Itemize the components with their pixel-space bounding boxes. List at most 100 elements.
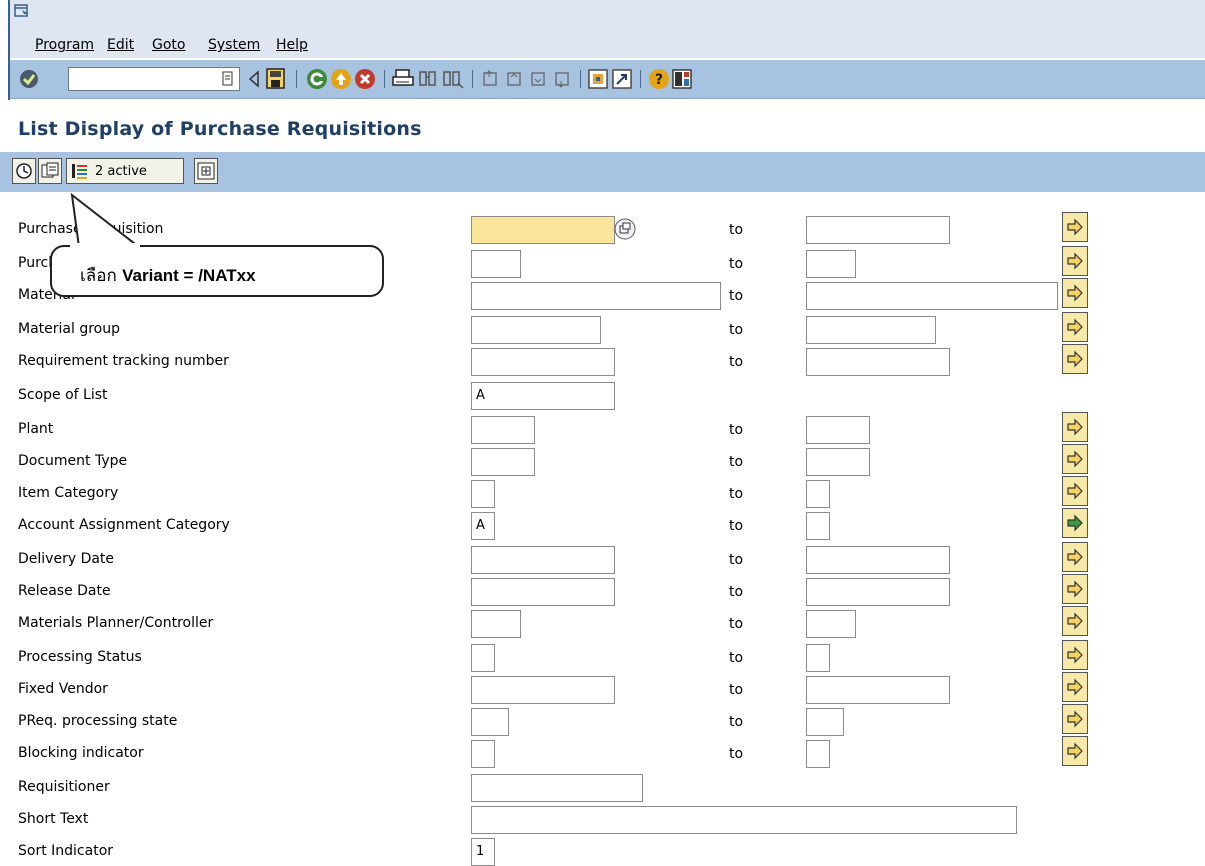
back-icon[interactable] bbox=[306, 68, 328, 90]
command-field[interactable] bbox=[68, 67, 240, 91]
field-to-account-assignment-category[interactable] bbox=[806, 512, 830, 540]
multiple-selection-button[interactable] bbox=[1062, 574, 1088, 604]
field-from-short-text[interactable] bbox=[471, 806, 1017, 834]
field-label-plant: Plant bbox=[18, 421, 54, 437]
arrow-right-icon bbox=[1067, 450, 1083, 468]
multiple-selection-button[interactable] bbox=[1062, 444, 1088, 474]
field-from-release-date[interactable] bbox=[471, 578, 615, 606]
menu-program[interactable]: Program bbox=[35, 37, 94, 53]
history-icon[interactable] bbox=[222, 71, 234, 87]
field-to-blocking-indicator[interactable] bbox=[806, 740, 830, 768]
field-to-plant[interactable] bbox=[806, 416, 870, 444]
field-to-release-date[interactable] bbox=[806, 578, 950, 606]
new-session-icon[interactable] bbox=[588, 69, 608, 89]
field-to-delivery-date[interactable] bbox=[806, 546, 950, 574]
field-to-requirement-tracking-number[interactable] bbox=[806, 348, 950, 376]
multiple-selection-button[interactable] bbox=[1062, 412, 1088, 442]
get-variant-icon bbox=[41, 162, 59, 178]
field-from-preq-processing-state[interactable] bbox=[471, 708, 509, 736]
back-arrow-icon[interactable] bbox=[248, 70, 260, 88]
find-next-icon[interactable] bbox=[442, 69, 464, 89]
menu-system[interactable]: System bbox=[208, 37, 260, 53]
callout-pointer bbox=[70, 192, 140, 248]
next-page-icon[interactable] bbox=[528, 69, 548, 89]
field-to-material[interactable] bbox=[806, 282, 1058, 310]
multiple-selection-button[interactable] bbox=[1062, 476, 1088, 506]
matchcode-icon[interactable] bbox=[614, 218, 636, 240]
get-variant-button[interactable] bbox=[38, 158, 62, 184]
field-from-material-group[interactable] bbox=[471, 316, 601, 344]
expand-selection-button[interactable] bbox=[194, 158, 218, 184]
field-from-requisitioner[interactable] bbox=[471, 774, 643, 802]
shortcut-icon[interactable] bbox=[612, 69, 632, 89]
arrow-right-icon bbox=[1067, 580, 1083, 598]
field-to-item-category[interactable] bbox=[806, 480, 830, 508]
field-label-item-category: Item Category bbox=[18, 485, 119, 501]
multiple-selection-button[interactable] bbox=[1062, 672, 1088, 702]
dynamic-selections-button[interactable]: 2 active bbox=[66, 158, 184, 184]
cancel-icon[interactable] bbox=[354, 68, 376, 90]
arrow-right-icon bbox=[1067, 742, 1083, 760]
field-to-material-group[interactable] bbox=[806, 316, 936, 344]
last-page-icon[interactable] bbox=[552, 69, 572, 89]
multiple-selection-button[interactable] bbox=[1062, 212, 1088, 242]
exit-icon[interactable] bbox=[330, 68, 352, 90]
field-label-requirement-tracking-number: Requirement tracking number bbox=[18, 353, 229, 369]
arrow-right-icon bbox=[1067, 350, 1083, 368]
field-to-processing-status[interactable] bbox=[806, 644, 830, 672]
field-from-item-category[interactable] bbox=[471, 480, 495, 508]
field-from-material[interactable] bbox=[471, 282, 721, 310]
print-icon[interactable] bbox=[392, 69, 414, 89]
to-label: to bbox=[729, 552, 744, 568]
field-to-materials-planner-controller[interactable] bbox=[806, 610, 856, 638]
to-label: to bbox=[729, 454, 744, 470]
menu-edit[interactable]: Edit bbox=[107, 37, 134, 53]
multiple-selection-button[interactable] bbox=[1062, 312, 1088, 342]
layout-icon[interactable] bbox=[672, 69, 692, 89]
multiple-selection-button[interactable] bbox=[1062, 606, 1088, 636]
multiple-selection-button[interactable] bbox=[1062, 542, 1088, 572]
save-icon[interactable] bbox=[266, 68, 286, 90]
field-from-plant[interactable] bbox=[471, 416, 535, 444]
field-to-document-type[interactable] bbox=[806, 448, 870, 476]
field-from-document-type[interactable] bbox=[471, 448, 535, 476]
field-from-blocking-indicator[interactable] bbox=[471, 740, 495, 768]
multiple-selection-button[interactable] bbox=[1062, 704, 1088, 734]
arrow-right-icon bbox=[1067, 482, 1083, 500]
prev-page-icon[interactable] bbox=[504, 69, 524, 89]
help-icon[interactable]: ? bbox=[648, 68, 670, 90]
menu-help[interactable]: Help bbox=[276, 37, 308, 53]
toolbar-separator bbox=[296, 70, 297, 88]
multiple-selection-button[interactable] bbox=[1062, 508, 1088, 538]
find-icon[interactable] bbox=[418, 69, 438, 89]
active-count-label: 2 active bbox=[95, 163, 147, 179]
field-label-document-type: Document Type bbox=[18, 453, 128, 469]
field-from-fixed-vendor[interactable] bbox=[471, 676, 615, 704]
to-label: to bbox=[729, 222, 744, 238]
field-to-purchase-requisition-item[interactable] bbox=[806, 250, 856, 278]
field-from-purchase-requisition-item[interactable] bbox=[471, 250, 521, 278]
check-icon[interactable] bbox=[18, 68, 40, 90]
field-label-account-assignment-category: Account Assignment Category bbox=[18, 517, 230, 533]
multiple-selection-button[interactable] bbox=[1062, 344, 1088, 374]
execute-button[interactable] bbox=[12, 158, 36, 184]
field-from-account-assignment-category[interactable]: A bbox=[471, 512, 495, 540]
system-menu-icon[interactable] bbox=[14, 4, 30, 18]
field-from-scope-of-list[interactable]: A bbox=[471, 382, 615, 410]
field-from-purchase-requisition[interactable] bbox=[471, 216, 615, 244]
multiple-selection-button[interactable] bbox=[1062, 736, 1088, 766]
field-label-sort-indicator: Sort Indicator bbox=[18, 843, 114, 859]
field-from-delivery-date[interactable] bbox=[471, 546, 615, 574]
field-from-processing-status[interactable] bbox=[471, 644, 495, 672]
multiple-selection-button[interactable] bbox=[1062, 640, 1088, 670]
field-from-materials-planner-controller[interactable] bbox=[471, 610, 521, 638]
first-page-icon[interactable] bbox=[480, 69, 500, 89]
multiple-selection-button[interactable] bbox=[1062, 278, 1088, 308]
field-to-purchase-requisition[interactable] bbox=[806, 216, 950, 244]
toolbar-separator bbox=[384, 70, 385, 88]
field-from-requirement-tracking-number[interactable] bbox=[471, 348, 615, 376]
menu-goto[interactable]: Goto bbox=[152, 37, 185, 53]
multiple-selection-button[interactable] bbox=[1062, 246, 1088, 276]
field-to-preq-processing-state[interactable] bbox=[806, 708, 844, 736]
field-to-fixed-vendor[interactable] bbox=[806, 676, 950, 704]
